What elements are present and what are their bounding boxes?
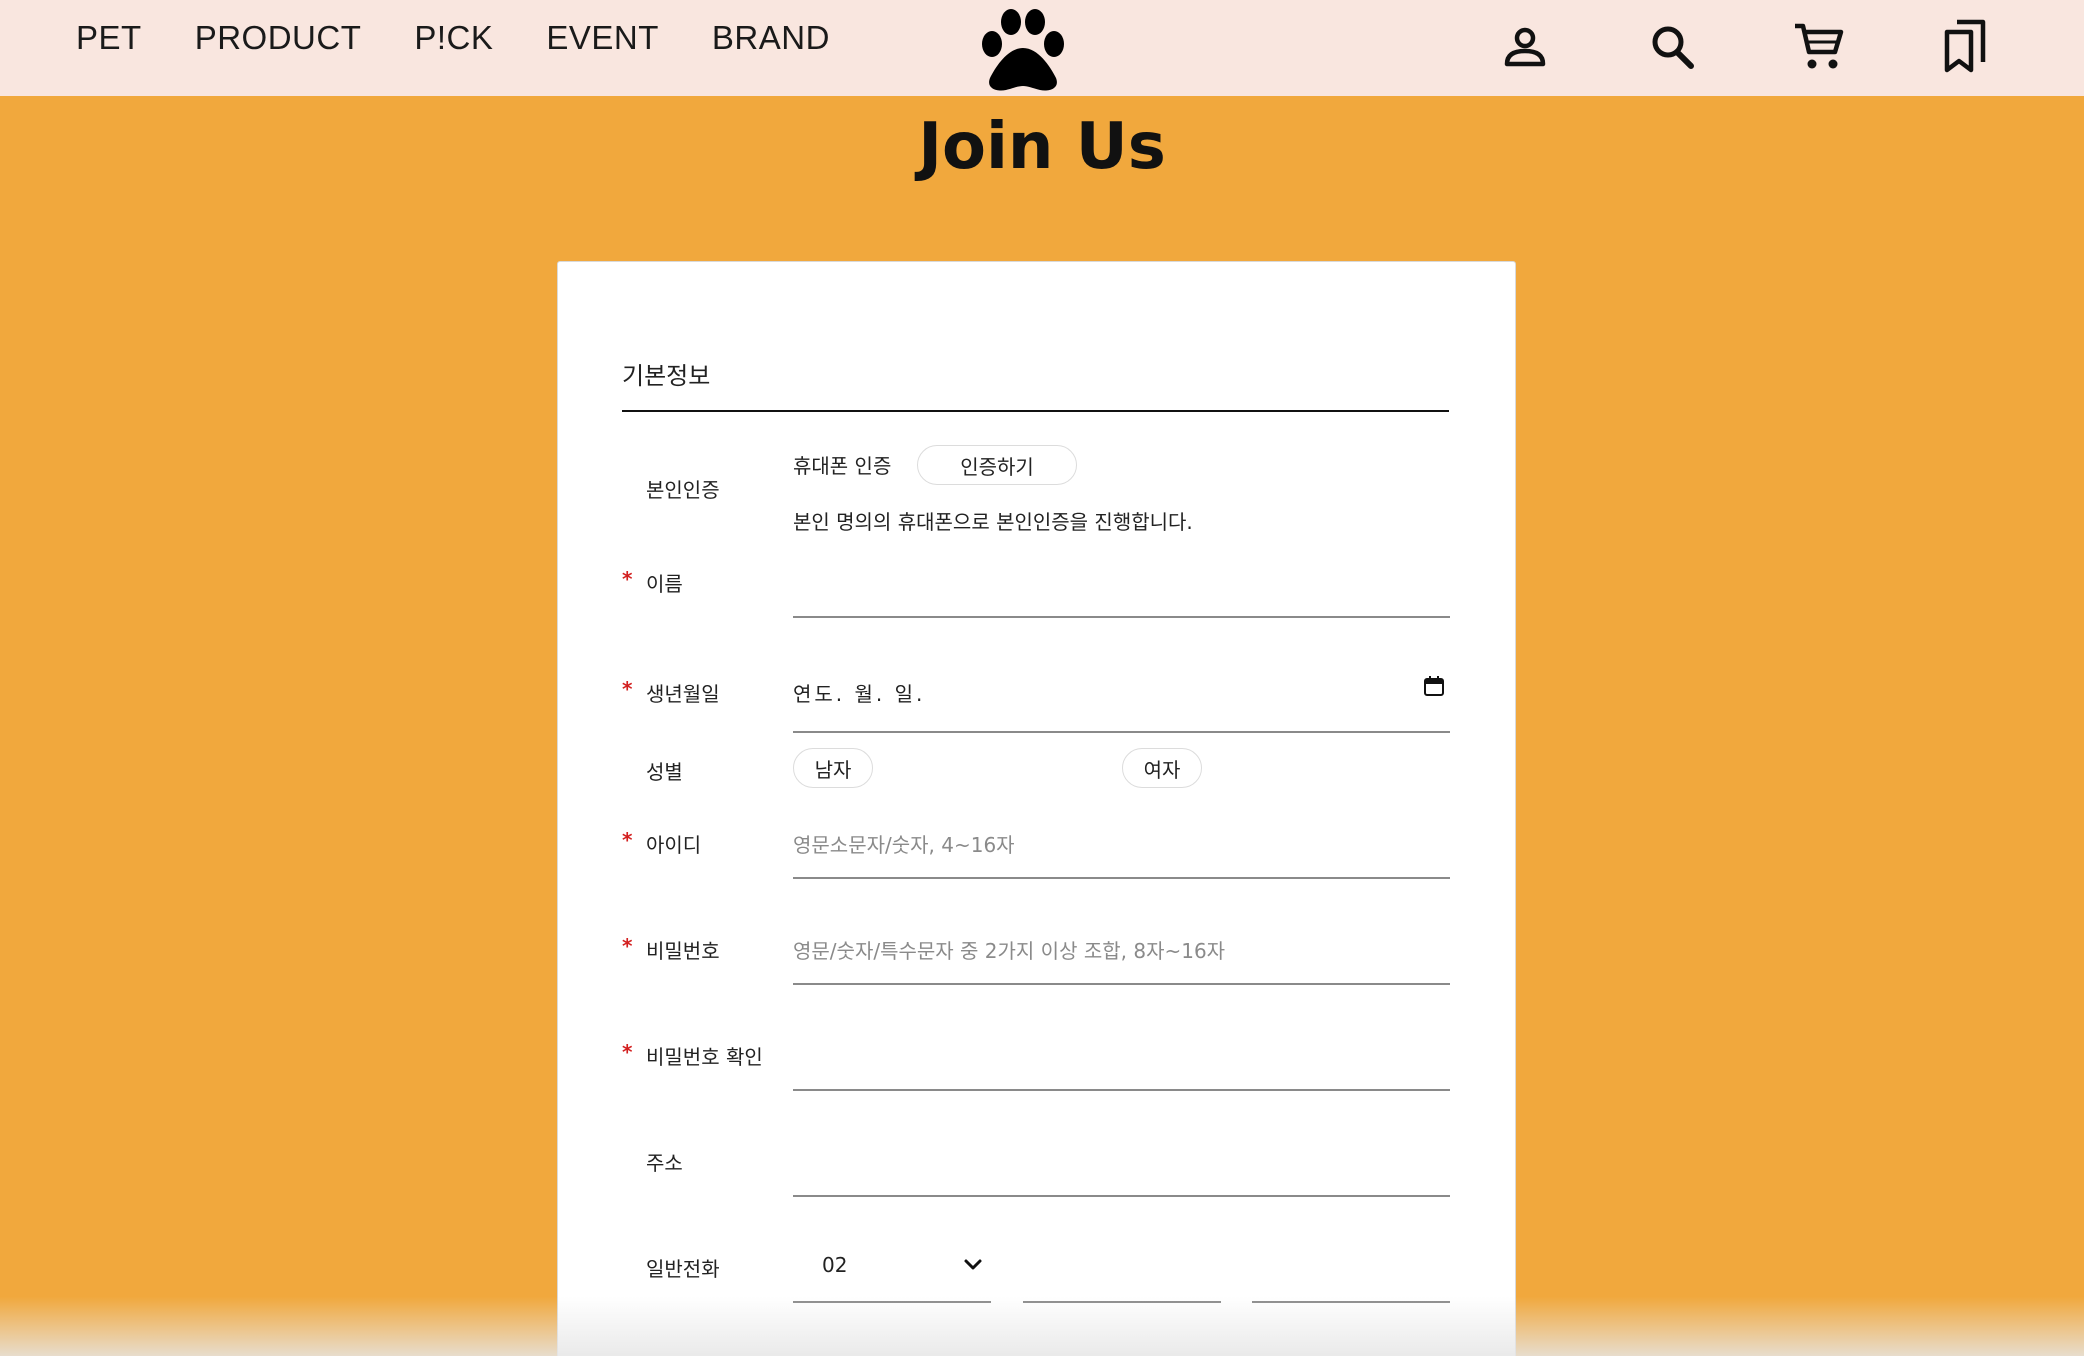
- top-navigation-bar: PET PRODUCT P!CK EVENT BRAND: [0, 0, 2084, 96]
- gender-label: 성별: [646, 760, 683, 784]
- phone-label: 일반전화: [646, 1257, 720, 1281]
- cart-icon[interactable]: [1791, 18, 1847, 74]
- required-mark: *: [622, 1040, 633, 1064]
- verification-note: 본인 명의의 휴대폰으로 본인인증을 진행합니다.: [793, 510, 1193, 534]
- nav-item-pet[interactable]: PET: [76, 19, 142, 57]
- signup-form-card: 기본정보 본인인증 휴대폰 인증 인증하기 본인 명의의 휴대폰으로 본인인증을…: [557, 261, 1516, 1356]
- required-mark: *: [622, 567, 633, 591]
- phone-area-code-select[interactable]: 02: [822, 1253, 847, 1277]
- nav-item-event[interactable]: EVENT: [546, 19, 659, 57]
- required-mark: *: [622, 934, 633, 958]
- required-mark: *: [622, 677, 633, 701]
- main-nav: PET PRODUCT P!CK EVENT BRAND: [76, 0, 883, 76]
- nav-item-product[interactable]: PRODUCT: [195, 19, 362, 57]
- name-label: 이름: [646, 572, 683, 596]
- name-input[interactable]: [793, 616, 1450, 618]
- address-label: 주소: [646, 1151, 683, 1175]
- paw-logo-icon[interactable]: [978, 8, 1068, 92]
- password-input[interactable]: 영문/숫자/특수문자 중 2가지 이상 조합, 8자~16자: [793, 935, 1225, 964]
- nav-item-pick[interactable]: P!CK: [414, 19, 493, 57]
- verification-label: 본인인증: [646, 478, 720, 502]
- page-title: Join Us: [918, 110, 1166, 184]
- user-id-input[interactable]: 영문소문자/숫자, 4~16자: [793, 829, 1015, 858]
- gender-female-option[interactable]: 여자: [1122, 748, 1202, 788]
- password-label: 비밀번호: [646, 939, 720, 963]
- user-id-label: 아이디: [646, 833, 702, 857]
- user-id-underline: [793, 877, 1450, 879]
- birthdate-label: 생년월일: [646, 682, 720, 706]
- nav-item-brand[interactable]: BRAND: [712, 19, 830, 57]
- chevron-down-icon[interactable]: [962, 1254, 984, 1276]
- birthdate-input[interactable]: 연도. 월. 일.: [793, 678, 925, 707]
- user-icon[interactable]: [1497, 20, 1553, 76]
- verify-button[interactable]: 인증하기: [917, 445, 1077, 485]
- phone-middle-input[interactable]: [1023, 1301, 1221, 1303]
- search-icon[interactable]: [1645, 20, 1701, 76]
- birthdate-underline: [793, 731, 1450, 733]
- verification-method: 휴대폰 인증: [793, 454, 892, 478]
- bookmark-icon[interactable]: [1939, 18, 1995, 74]
- required-mark: *: [622, 828, 633, 852]
- calendar-icon[interactable]: [1422, 674, 1446, 698]
- password-confirm-input[interactable]: [793, 1089, 1450, 1091]
- phone-last-input[interactable]: [1252, 1301, 1450, 1303]
- section-divider: [622, 410, 1449, 412]
- password-underline: [793, 983, 1450, 985]
- password-confirm-label: 비밀번호 확인: [646, 1045, 763, 1069]
- address-input[interactable]: [793, 1195, 1450, 1197]
- section-title: 기본정보: [622, 362, 711, 390]
- gender-male-option[interactable]: 남자: [793, 748, 873, 788]
- phone-area-underline: [793, 1301, 991, 1303]
